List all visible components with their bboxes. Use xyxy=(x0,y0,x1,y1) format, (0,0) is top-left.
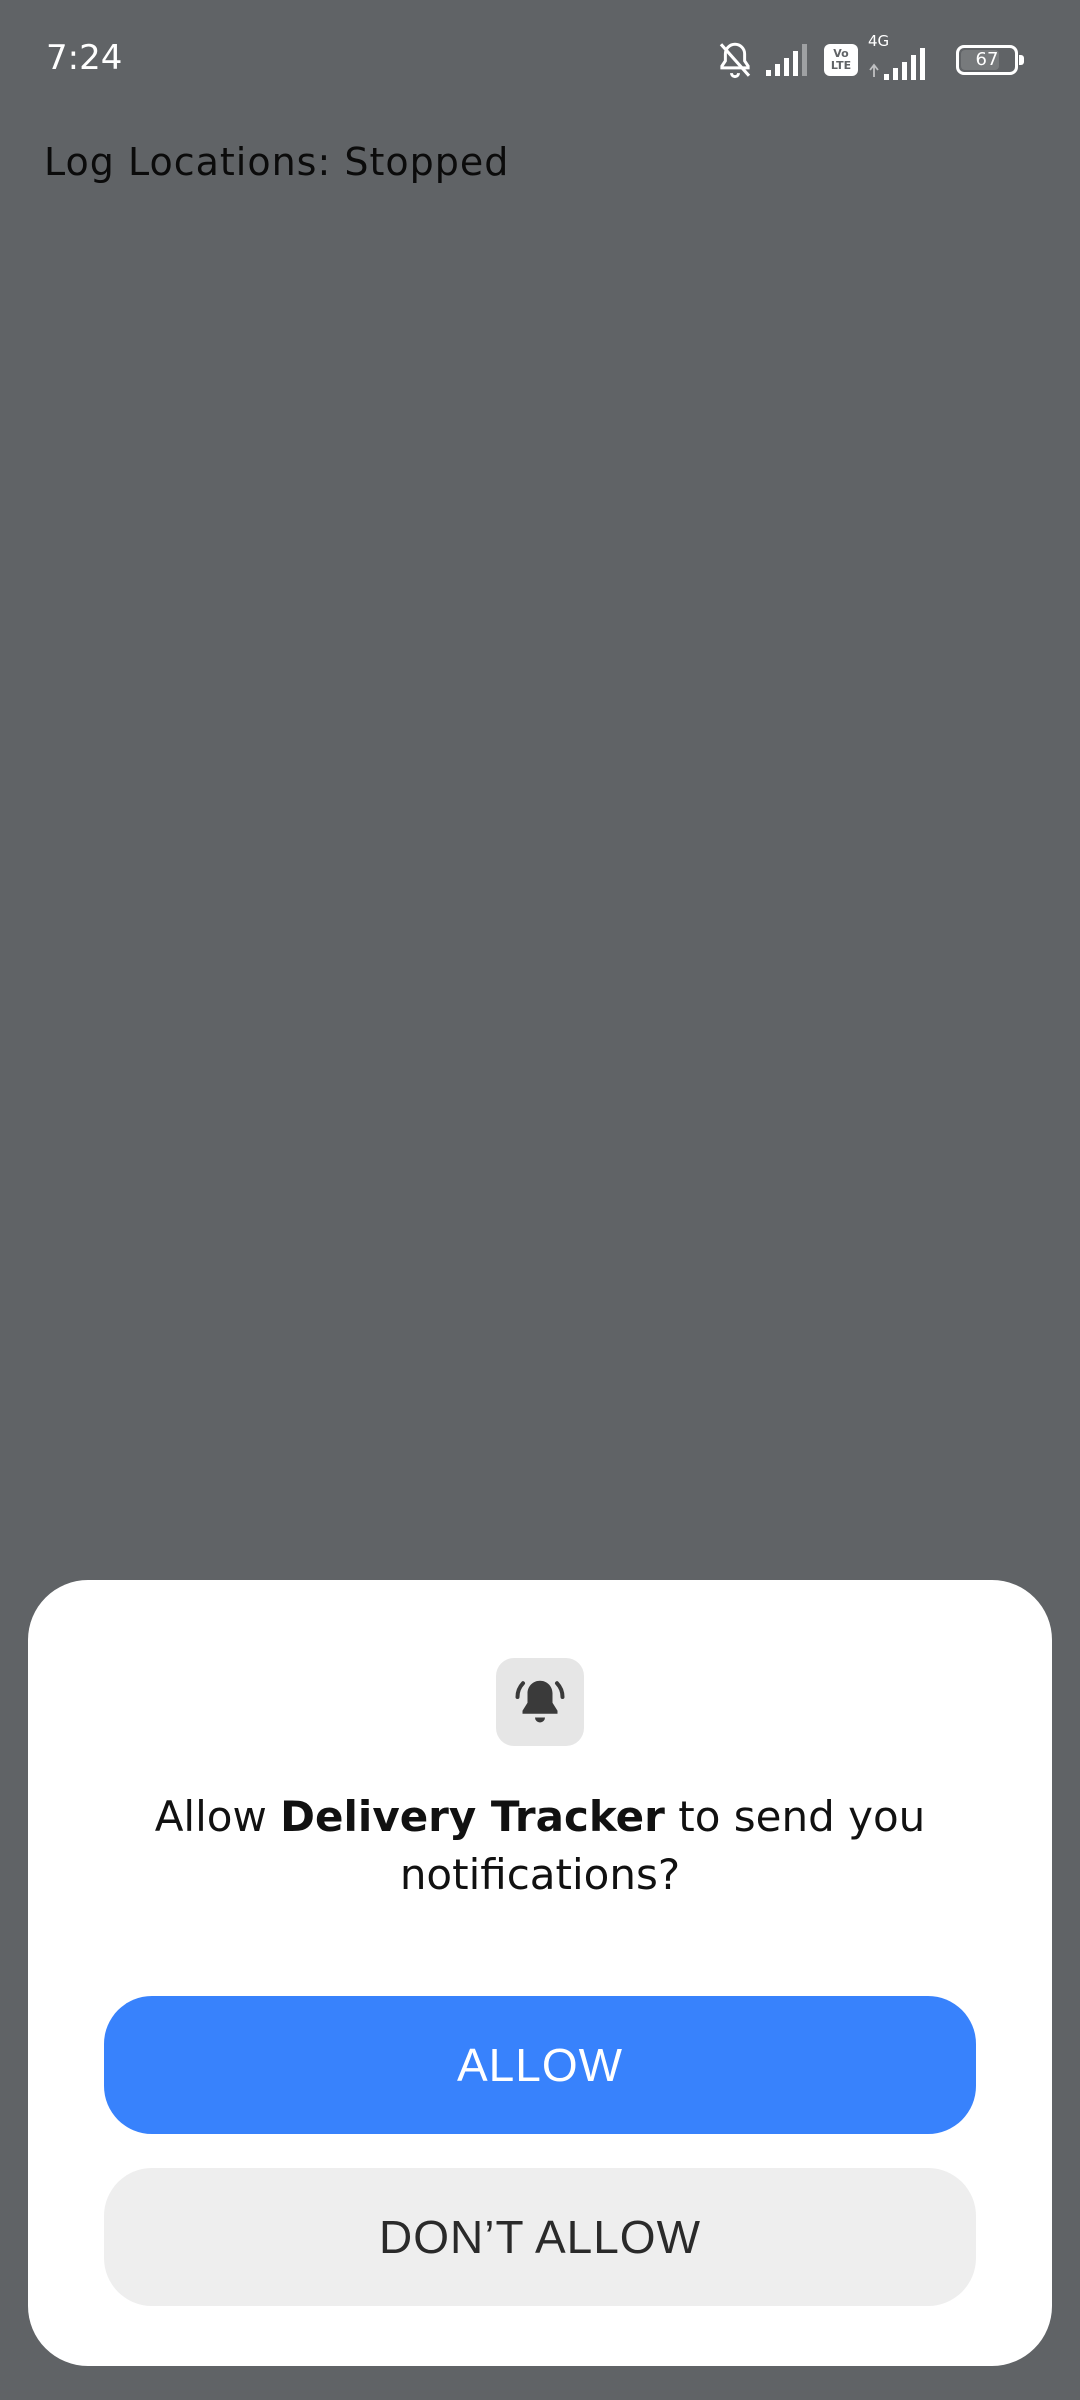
volte-icon: Vo LTE xyxy=(824,44,858,76)
volte-bottom-label: LTE xyxy=(830,59,852,72)
allow-button[interactable]: ALLOW xyxy=(104,1996,976,2134)
battery-level: 67 xyxy=(975,49,999,70)
dialog-message: Allow Delivery Tracker to send you notif… xyxy=(88,1788,992,1904)
message-prefix: Allow xyxy=(154,1792,281,1841)
battery-tip xyxy=(1019,55,1024,65)
battery-icon: 67 xyxy=(956,45,1024,75)
notification-permission-dialog: Allow Delivery Tracker to send you notif… xyxy=(28,1580,1052,2366)
log-locations-status: Log Locations: Stopped xyxy=(44,140,510,184)
bell-off-icon xyxy=(714,39,756,81)
status-bar: 7:24 Vo LTE 4G 67 xyxy=(0,0,1080,120)
mobile-network: 4G xyxy=(868,32,936,82)
status-icons: Vo LTE 4G 67 xyxy=(714,32,1024,82)
bell-ringing-icon xyxy=(496,1658,584,1746)
signal-icon xyxy=(766,42,814,78)
dont-allow-button[interactable]: DON’T ALLOW xyxy=(104,2168,976,2306)
app-name: Delivery Tracker xyxy=(280,1792,665,1841)
signal-icon xyxy=(869,48,925,80)
status-time: 7:24 xyxy=(46,38,123,78)
